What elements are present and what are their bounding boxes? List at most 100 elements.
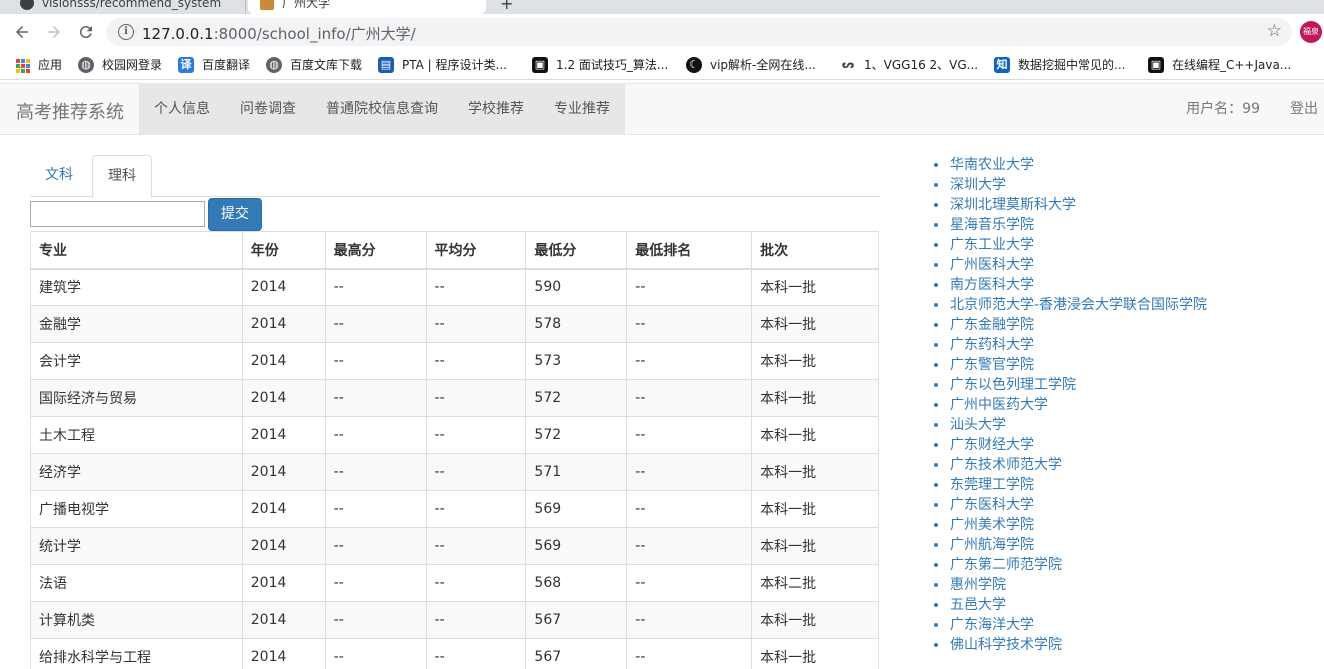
school-link[interactable]: 广东第二师范学院 bbox=[932, 555, 1207, 575]
browser-tab-title: 广州大学 bbox=[282, 0, 331, 10]
school-link[interactable]: 广东财经大学 bbox=[932, 435, 1207, 455]
school-link[interactable]: 广东药科大学 bbox=[932, 335, 1207, 355]
cell-max-score: -- bbox=[324, 601, 427, 639]
bookmark-data-mining[interactable]: 知 数据挖掘中常见的... bbox=[994, 55, 1125, 75]
school-link[interactable]: 南方医科大学 bbox=[932, 275, 1207, 295]
translate-icon: 译 bbox=[178, 57, 194, 73]
bookmark-baidu-translate[interactable]: 译 百度翻译 bbox=[178, 55, 250, 75]
bookmark-pta[interactable]: ▤ PTA | 程序设计类... bbox=[378, 55, 507, 75]
nav-school-recommend[interactable]: 学校推荐 bbox=[453, 84, 539, 134]
address-bar[interactable]: i 127.0.0.1:8000/school_info/广州大学/ ☆ bbox=[106, 18, 1292, 46]
bookmark-vip-parse[interactable]: ☾ vip解析-全网在线... bbox=[686, 55, 816, 75]
cell-avg-score: -- bbox=[425, 453, 527, 491]
cell-min-score: 571 bbox=[525, 453, 628, 491]
arrow-left-icon bbox=[16, 26, 28, 38]
school-link[interactable]: 汕头大学 bbox=[932, 415, 1207, 435]
bookmark-star-icon[interactable]: ☆ bbox=[1267, 21, 1282, 41]
url-text: 127.0.0.1:8000/school_info/广州大学/ bbox=[142, 23, 416, 44]
cell-max-score: -- bbox=[324, 638, 427, 669]
back-button[interactable] bbox=[10, 20, 34, 44]
school-link[interactable]: 北京师范大学-香港浸会大学联合国际学院 bbox=[932, 295, 1207, 315]
school-link[interactable]: 惠州学院 bbox=[932, 575, 1207, 595]
code-icon: ▣ bbox=[1148, 57, 1164, 73]
site-brand[interactable]: 高考推荐系统 bbox=[16, 98, 124, 124]
table-row: 金融学 2014 -- -- 578 -- 本科一批 bbox=[30, 305, 879, 343]
cell-major: 会计学 bbox=[30, 342, 243, 380]
bookmark-label: 数据挖掘中常见的... bbox=[1018, 58, 1126, 72]
nav-personal-info[interactable]: 个人信息 bbox=[139, 84, 225, 134]
cell-avg-score: -- bbox=[425, 342, 527, 380]
school-link[interactable]: 广州中医药大学 bbox=[932, 395, 1207, 415]
school-link[interactable]: 广东医科大学 bbox=[932, 495, 1207, 515]
tab-liberal-arts[interactable]: 文科 bbox=[30, 155, 88, 197]
cell-min-score: 590 bbox=[525, 268, 628, 306]
cell-min-rank: -- bbox=[626, 379, 753, 417]
search-input[interactable] bbox=[30, 201, 205, 227]
nav-major-recommend[interactable]: 专业推荐 bbox=[539, 84, 625, 134]
table-row: 计算机类 2014 -- -- 567 -- 本科一批 bbox=[30, 601, 879, 639]
bookmark-label: 校园网登录 bbox=[102, 58, 163, 72]
tab-science[interactable]: 理科 bbox=[92, 155, 152, 198]
bookmark-online-coding[interactable]: ▣ 在线编程_C++Java... bbox=[1148, 55, 1291, 75]
reload-button[interactable] bbox=[74, 20, 98, 44]
cell-major: 统计学 bbox=[30, 527, 243, 565]
bookmark-interview-tips[interactable]: ▣ 1.2 面试技巧_算法... bbox=[532, 55, 668, 75]
cell-batch: 本科一批 bbox=[751, 342, 879, 380]
school-link[interactable]: 五邑大学 bbox=[932, 595, 1207, 615]
school-link[interactable]: 广东技术师范大学 bbox=[932, 455, 1207, 475]
school-link[interactable]: 佛山科学技术学院 bbox=[932, 635, 1207, 655]
school-link[interactable]: 深圳北理莫斯科大学 bbox=[932, 195, 1207, 215]
arrow-right-icon bbox=[48, 26, 60, 38]
browser-tab-active[interactable]: 广州大学 bbox=[248, 0, 486, 14]
nav-questionnaire[interactable]: 问卷调查 bbox=[225, 84, 311, 134]
school-link[interactable]: 广东金融学院 bbox=[932, 315, 1207, 335]
bookmark-vgg16[interactable]: ᔕ 1、VGG16 2、VG... bbox=[840, 55, 978, 75]
school-link[interactable]: 广东警官学院 bbox=[932, 355, 1207, 375]
new-tab-icon[interactable]: + bbox=[500, 0, 513, 13]
school-link[interactable]: 广东海洋大学 bbox=[932, 615, 1207, 635]
bookmark-label: 在线编程_C++Java... bbox=[1172, 58, 1292, 72]
url-host: 127.0.0.1 bbox=[142, 25, 214, 43]
col-header-major: 专业 bbox=[30, 231, 243, 270]
bookmark-apps[interactable]: 应用 bbox=[14, 55, 62, 75]
cell-min-rank: -- bbox=[626, 527, 753, 565]
bookmark-campus-login[interactable]: ◍ 校园网登录 bbox=[78, 55, 162, 75]
col-header-year: 年份 bbox=[241, 231, 326, 270]
school-link[interactable]: 华南农业大学 bbox=[932, 155, 1207, 175]
bookmark-baidu-wenku[interactable]: ◍ 百度文库下载 bbox=[266, 55, 362, 75]
school-list: 华南农业大学 深圳大学 深圳北理莫斯科大学 星海音乐学院 广东工业大学 广州医科大学 南方医… bbox=[932, 155, 1207, 655]
bookmark-label: 应用 bbox=[38, 58, 63, 72]
cell-batch: 本科二批 bbox=[751, 564, 879, 602]
forward-button[interactable] bbox=[42, 20, 66, 44]
site-info-icon[interactable]: i bbox=[118, 24, 134, 40]
cell-batch: 本科一批 bbox=[751, 453, 879, 491]
school-link[interactable]: 深圳大学 bbox=[932, 175, 1207, 195]
submit-button[interactable]: 提交 bbox=[208, 198, 262, 231]
browser-toolbar: i 127.0.0.1:8000/school_info/广州大学/ ☆ 福泉 bbox=[0, 14, 1324, 50]
table-row: 建筑学 2014 -- -- 590 -- 本科一批 bbox=[30, 268, 879, 306]
school-link[interactable]: 广东以色列理工学院 bbox=[932, 375, 1207, 395]
cell-batch: 本科一批 bbox=[751, 305, 879, 343]
cell-min-score: 567 bbox=[525, 601, 628, 639]
cell-year: 2014 bbox=[241, 453, 326, 491]
browser-tab-github[interactable]: visionsss/recommend_system bbox=[8, 0, 246, 14]
cell-min-rank: -- bbox=[626, 268, 753, 306]
col-header-batch: 批次 bbox=[751, 231, 879, 270]
school-link[interactable]: 星海音乐学院 bbox=[932, 215, 1207, 235]
browser-tabstrip: visionsss/recommend_system 广州大学 + bbox=[0, 0, 1324, 14]
school-link[interactable]: 广州医科大学 bbox=[932, 255, 1207, 275]
profile-avatar[interactable]: 福泉 bbox=[1300, 21, 1322, 43]
main-nav: 个人信息 问卷调查 普通院校信息查询 学校推荐 专业推荐 bbox=[139, 84, 625, 134]
cell-year: 2014 bbox=[241, 601, 326, 639]
school-link[interactable]: 东莞理工学院 bbox=[932, 475, 1207, 495]
logout-link[interactable]: 登出 bbox=[1275, 84, 1324, 134]
cell-avg-score: -- bbox=[425, 379, 527, 417]
cell-major: 计算机类 bbox=[30, 601, 243, 639]
bookmark-label: 1、VGG16 2、VG... bbox=[864, 58, 979, 72]
school-link[interactable]: 广州美术学院 bbox=[932, 515, 1207, 535]
school-link[interactable]: 广东工业大学 bbox=[932, 235, 1207, 255]
nav-school-search[interactable]: 普通院校信息查询 bbox=[311, 84, 453, 134]
cell-major: 法语 bbox=[30, 564, 243, 602]
school-link[interactable]: 广州航海学院 bbox=[932, 535, 1207, 555]
github-icon bbox=[20, 0, 34, 10]
